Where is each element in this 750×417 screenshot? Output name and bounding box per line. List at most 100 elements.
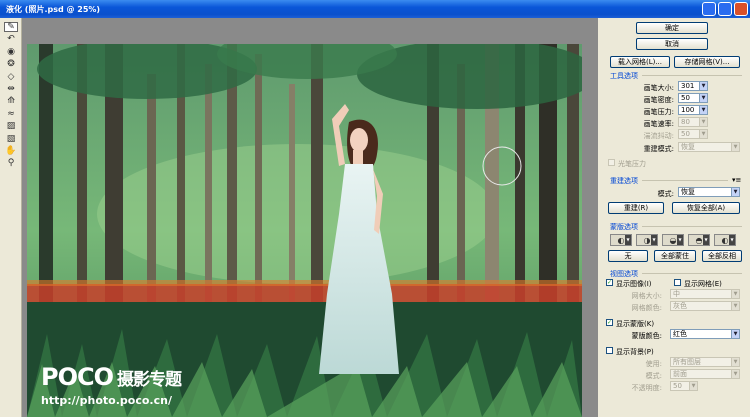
poco-watermark: POCO 摄影专题 <box>41 363 182 391</box>
maximize-button[interactable] <box>718 2 732 16</box>
mask-add-icon: ◑ <box>643 235 651 245</box>
mesh-color-select: 灰色 ▼ <box>670 301 740 311</box>
backdrop-mode-select: 前面 ▼ <box>670 369 740 379</box>
backdrop-opacity-label: 不透明度: <box>631 384 662 392</box>
chevron-down-icon: ▼ <box>731 302 739 310</box>
bloat-tool[interactable]: ◇ <box>4 72 18 82</box>
backdrop-use-select: 所有图层 ▼ <box>670 357 740 367</box>
mask-color-select[interactable]: 红色 ▼ <box>670 329 740 339</box>
hand-tool[interactable]: ✋ <box>4 146 18 156</box>
pucker-icon: ❂ <box>7 59 15 70</box>
save-mesh-button[interactable]: 存储网格(V)... <box>674 56 740 68</box>
load-mesh-button[interactable]: 载入网格(L)... <box>610 56 670 68</box>
chevron-down-icon: ▼ <box>699 118 707 126</box>
mesh-size-label: 网格大小: <box>631 292 662 300</box>
mask-color-label: 蒙版颜色: <box>631 332 662 340</box>
mirror-tool[interactable]: ⟰ <box>4 96 18 106</box>
hand-icon: ✋ <box>5 146 17 156</box>
turbulence-icon: ≈ <box>7 108 15 119</box>
push-left-icon: ⇹ <box>7 84 15 94</box>
ok-button[interactable]: 确定 <box>636 22 708 34</box>
restore-all-button[interactable]: 恢复全部(A) <box>672 202 740 214</box>
mask-subtract-icon: ◒ <box>669 235 677 245</box>
chevron-down-icon[interactable]: ▼ <box>699 94 707 102</box>
show-image-checkbox[interactable]: ✓ <box>606 279 613 286</box>
group-divider <box>642 75 742 76</box>
forward-warp-tool[interactable]: ✎ <box>4 22 18 32</box>
preview-area[interactable]: POCO 摄影专题 http://photo.poco.cn/ <box>22 18 598 417</box>
reconstruct-button[interactable]: 重建(R) <box>608 202 664 214</box>
liquify-toolbox: ✎ ↶ ◉ ❂ ◇ ⇹ ⟰ ≈ ▨ ▧ ✋ ⚲ <box>0 18 22 417</box>
thaw-mask-icon: ▧ <box>6 133 16 144</box>
mask-invert-icon: ◐ <box>721 235 729 245</box>
turbulence-tool[interactable]: ≈ <box>4 109 18 119</box>
mask-replace-button[interactable]: ◐ ▼ <box>610 234 632 246</box>
turbulent-jitter-input: 50 ▼ <box>678 129 708 139</box>
reconstruct-mode-dropdown[interactable]: 恢复 ▼ <box>678 187 740 197</box>
mask-all-button[interactable]: 全部蒙住 <box>654 250 696 262</box>
mask-none-button[interactable]: 无 <box>608 250 648 262</box>
watermark-slogan: 摄影专题 <box>117 370 182 390</box>
freeze-mask-tool[interactable]: ▨ <box>4 121 18 131</box>
preview-image[interactable]: POCO 摄影专题 http://photo.poco.cn/ <box>27 44 582 417</box>
chevron-down-icon: ▼ <box>731 290 739 298</box>
show-image-label: 显示图像(I) <box>616 280 652 288</box>
backdrop-mode-label: 模式: <box>645 372 662 380</box>
chevron-down-icon[interactable]: ▼ <box>731 330 739 338</box>
chevron-down-icon: ▼ <box>731 358 739 366</box>
mesh-size-select: 中 ▼ <box>670 289 740 299</box>
window-title: 液化 (照片.psd @ 25%) <box>6 5 101 14</box>
watermark-brand: POCO <box>41 363 114 391</box>
brush-size-label: 画笔大小: <box>643 84 674 92</box>
zoom-tool[interactable]: ⚲ <box>4 158 18 168</box>
brush-density-input[interactable]: 50 ▼ <box>678 93 708 103</box>
watermark-url: http://photo.poco.cn/ <box>41 394 172 407</box>
reconstruct-mode-select: 恢复 ▼ <box>678 142 740 152</box>
minimize-button[interactable] <box>702 2 716 16</box>
panel-menu-icon[interactable]: ▾≡ <box>732 176 741 184</box>
chevron-down-icon[interactable]: ▼ <box>699 106 707 114</box>
mask-add-button[interactable]: ◑ ▼ <box>636 234 658 246</box>
mask-options-title: 蒙版选项 <box>610 223 638 231</box>
mask-subtract-button[interactable]: ◒ ▼ <box>662 234 684 246</box>
brush-density-label: 画笔密度: <box>643 96 674 104</box>
mask-intersect-button[interactable]: ◓ ▼ <box>688 234 710 246</box>
cancel-button[interactable]: 取消 <box>636 38 708 50</box>
push-left-tool[interactable]: ⇹ <box>4 84 18 94</box>
thaw-mask-tool[interactable]: ▧ <box>4 134 18 144</box>
brush-rate-label: 画笔速率: <box>643 120 674 128</box>
brush-size-input[interactable]: 301 ▼ <box>678 81 708 91</box>
chevron-down-icon[interactable]: ▼ <box>699 82 707 90</box>
bloat-icon: ◇ <box>7 71 15 82</box>
mirror-icon: ⟰ <box>7 96 15 107</box>
backdrop-opacity-input: 50 ▼ <box>670 381 698 391</box>
mesh-color-label: 网格颜色: <box>631 304 662 312</box>
stylus-pressure-checkbox <box>608 159 615 166</box>
brush-pressure-label: 画笔压力: <box>643 108 674 116</box>
show-mesh-checkbox[interactable] <box>674 279 681 286</box>
reconstruct-mode-label: 重建模式: <box>643 145 674 153</box>
pucker-tool[interactable]: ❂ <box>4 59 18 69</box>
turbulent-jitter-label: 湍流抖动: <box>643 132 674 140</box>
show-backdrop-checkbox[interactable] <box>606 347 613 354</box>
reconstruct-icon: ↶ <box>7 34 15 45</box>
invert-all-button[interactable]: 全部反相 <box>702 250 742 262</box>
brush-rate-input: 80 ▼ <box>678 117 708 127</box>
stylus-pressure-label: 光笔压力 <box>618 160 646 168</box>
show-mesh-label: 显示网格(E) <box>684 280 722 288</box>
group-divider <box>642 180 728 181</box>
chevron-down-icon[interactable]: ▼ <box>731 188 739 196</box>
show-backdrop-label: 显示背景(P) <box>616 348 654 356</box>
mask-invert-button[interactable]: ◐ ▼ <box>714 234 736 246</box>
brush-pressure-input[interactable]: 100 ▼ <box>678 105 708 115</box>
reconstruct-options-title: 重建选项 <box>610 177 638 185</box>
freeze-mask-icon: ▨ <box>6 121 16 132</box>
zoom-icon: ⚲ <box>7 158 15 169</box>
reconstruct-tool[interactable]: ↶ <box>4 34 18 44</box>
chevron-down-icon: ▼ <box>731 370 739 378</box>
show-mask-checkbox[interactable]: ✓ <box>606 319 613 326</box>
group-divider <box>642 273 742 274</box>
twirl-tool[interactable]: ◉ <box>4 47 18 57</box>
mask-replace-icon: ◐ <box>617 235 625 245</box>
close-button[interactable] <box>734 2 748 16</box>
